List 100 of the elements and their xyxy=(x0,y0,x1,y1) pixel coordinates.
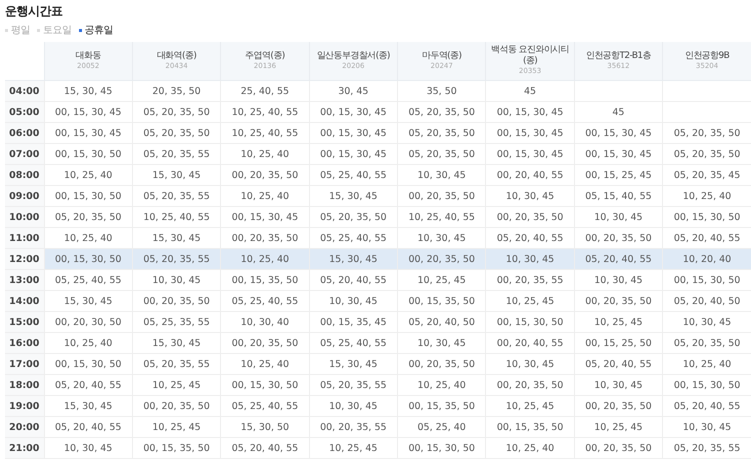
minutes-cell: 15, 30, 45 xyxy=(329,191,378,202)
stop-name: 일산동부경찰서(종) xyxy=(316,50,391,62)
minutes-cell: 05, 20, 40, 55 xyxy=(585,254,652,265)
minutes-cell: 05, 20, 35, 45 xyxy=(674,170,740,181)
minutes-cell: 00, 15, 25, 50 xyxy=(585,338,652,349)
minutes-cell: 00, 20, 35, 50 xyxy=(232,233,298,244)
minutes-cell: 10, 25, 40 xyxy=(682,191,732,202)
minutes-cell: 00, 15, 30, 50 xyxy=(54,149,122,160)
minutes-cell: 10, 25, 40, 55 xyxy=(232,107,298,118)
minutes-cell: 30, 45 xyxy=(338,86,368,97)
hour-label: 15:00 xyxy=(9,317,40,328)
minutes-cell: 05, 20, 35, 55 xyxy=(143,149,210,160)
minutes-cell: 00, 15, 30, 50 xyxy=(496,317,564,328)
minutes-cell: 05, 20, 35, 50 xyxy=(143,128,210,139)
minutes-cell: 05, 20, 35, 55 xyxy=(143,254,210,265)
hour-label: 11:00 xyxy=(9,233,40,244)
minutes-cell: 10, 25, 40 xyxy=(240,191,290,202)
minutes-cell: 05, 25, 40, 55 xyxy=(232,296,298,307)
hour-label: 07:00 xyxy=(9,149,40,160)
stop-name: 대화역(종) xyxy=(156,50,198,62)
minutes-cell: 05, 25, 40, 55 xyxy=(320,233,387,244)
minutes-cell: 10, 30, 45 xyxy=(418,338,466,349)
minutes-cell: 10, 25, 40 xyxy=(418,380,466,391)
minutes-cell: 10, 30, 45 xyxy=(682,317,732,328)
minutes-cell: 05, 20, 35, 55 xyxy=(143,359,210,370)
minutes-cell: 45 xyxy=(524,86,536,97)
minutes-cell: 05, 20, 35, 55 xyxy=(143,191,210,202)
minutes-cell: 10, 25, 40 xyxy=(64,338,112,349)
minutes-cell: 00, 15, 35, 50 xyxy=(408,401,475,412)
minutes-cell: 10, 30, 40 xyxy=(240,317,290,328)
minutes-cell: 00, 15, 35, 50 xyxy=(143,443,210,454)
hour-label: 18:00 xyxy=(9,380,40,391)
minutes-cell: 10, 25, 40 xyxy=(506,443,554,454)
minutes-cell: 10, 25, 40 xyxy=(64,170,112,181)
minutes-cell: 05, 20, 35, 50 xyxy=(143,107,210,118)
minutes-cell: 00, 15, 30, 50 xyxy=(54,254,122,265)
minutes-cell: 00, 20, 35, 50 xyxy=(232,338,298,349)
minutes-cell: 15, 30, 45 xyxy=(64,86,112,97)
minutes-cell: 00, 15, 30, 50 xyxy=(674,212,740,223)
minutes-cell: 05, 20, 40, 55 xyxy=(496,233,564,244)
minutes-cell: 00, 20, 35, 50 xyxy=(585,443,652,454)
minutes-cell: 25, 40, 55 xyxy=(240,86,290,97)
minutes-cell: 00, 15, 35, 45 xyxy=(320,317,387,328)
minutes-cell: 00, 15, 30, 50 xyxy=(232,380,298,391)
day-type-tab[interactable]: 공휴일 xyxy=(84,22,113,38)
minutes-cell: 00, 15, 30, 45 xyxy=(54,128,122,139)
minutes-cell: 10, 25, 40 xyxy=(64,233,112,244)
minutes-cell: 10, 30, 45 xyxy=(594,212,643,223)
minutes-cell: 10, 30, 45 xyxy=(418,233,466,244)
minutes-cell: 05, 20, 35, 50 xyxy=(320,212,387,223)
minutes-cell: 05, 20, 40, 50 xyxy=(408,317,475,328)
minutes-cell: 00, 20, 40, 55 xyxy=(496,170,564,181)
minutes-cell: 00, 15, 30, 45 xyxy=(320,107,387,118)
hour-label: 06:00 xyxy=(9,128,40,139)
minutes-cell: 00, 20, 35, 50 xyxy=(585,401,652,412)
minutes-cell: 10, 25, 45 xyxy=(329,443,378,454)
minutes-cell: 00, 15, 30, 45 xyxy=(232,212,298,223)
minutes-cell: 00, 20, 35, 50 xyxy=(143,401,210,412)
minutes-cell: 00, 15, 25, 45 xyxy=(585,170,652,181)
day-type-tab[interactable]: 평일 xyxy=(11,22,30,38)
minutes-cell: 15, 30, 45 xyxy=(329,359,378,370)
minutes-cell: 00, 20, 35, 50 xyxy=(143,296,210,307)
minutes-cell: 05, 25, 35, 55 xyxy=(143,317,210,328)
stop-name: 인천공항T2-B1층 xyxy=(584,50,652,62)
hour-label: 16:00 xyxy=(9,338,40,349)
minutes-cell: 10, 25, 40, 55 xyxy=(408,212,475,223)
minutes-cell: 05, 20, 35, 55 xyxy=(674,443,740,454)
minutes-cell: 00, 20, 35, 55 xyxy=(320,422,387,433)
hour-label: 14:00 xyxy=(9,296,40,307)
minutes-cell: 05, 20, 40, 55 xyxy=(320,275,387,286)
minutes-cell: 05, 20, 35, 50 xyxy=(408,107,475,118)
minutes-cell: 05, 20, 35, 50 xyxy=(54,212,122,223)
minutes-cell: 45 xyxy=(612,107,624,118)
minutes-cell: 05, 20, 35, 50 xyxy=(674,149,740,160)
day-type-tab[interactable]: 토요일 xyxy=(43,22,72,38)
minutes-cell: 05, 20, 35, 50 xyxy=(674,128,740,139)
minutes-cell: 05, 25, 40, 55 xyxy=(232,401,298,412)
hour-label: 19:00 xyxy=(9,401,40,412)
minutes-cell: 05, 20, 35, 50 xyxy=(408,128,475,139)
minutes-cell: 05, 25, 40, 55 xyxy=(54,275,122,286)
minutes-cell: 10, 30, 45 xyxy=(506,359,554,370)
minutes-cell: 00, 20, 35, 50 xyxy=(496,380,564,391)
minutes-cell: 00, 20, 35, 55 xyxy=(496,275,564,286)
minutes-cell: 10, 25, 45 xyxy=(506,296,554,307)
minutes-cell: 00, 15, 30, 50 xyxy=(54,359,122,370)
minutes-cell: 15, 30, 45 xyxy=(152,338,201,349)
stop-name: 백석동 요진와이시티(종) xyxy=(490,45,570,68)
stop-name: 인천공항9B xyxy=(684,50,730,62)
hour-label: 10:00 xyxy=(9,212,40,223)
minutes-cell: 10, 25, 45 xyxy=(418,275,466,286)
minutes-cell: 10, 30, 45 xyxy=(152,275,201,286)
minutes-cell: 00, 15, 30, 45 xyxy=(496,107,564,118)
minutes-cell: 10, 30, 45 xyxy=(329,401,378,412)
section-title: 운행시간표 xyxy=(5,3,64,19)
minutes-cell: 00, 15, 30, 50 xyxy=(674,380,740,391)
minutes-cell: 10, 25, 40, 55 xyxy=(232,128,298,139)
minutes-cell: 10, 25, 45 xyxy=(152,422,201,433)
minutes-cell: 10, 25, 40 xyxy=(240,359,290,370)
minutes-cell: 00, 15, 30, 45 xyxy=(54,107,122,118)
minutes-cell: 10, 25, 45 xyxy=(152,380,201,391)
